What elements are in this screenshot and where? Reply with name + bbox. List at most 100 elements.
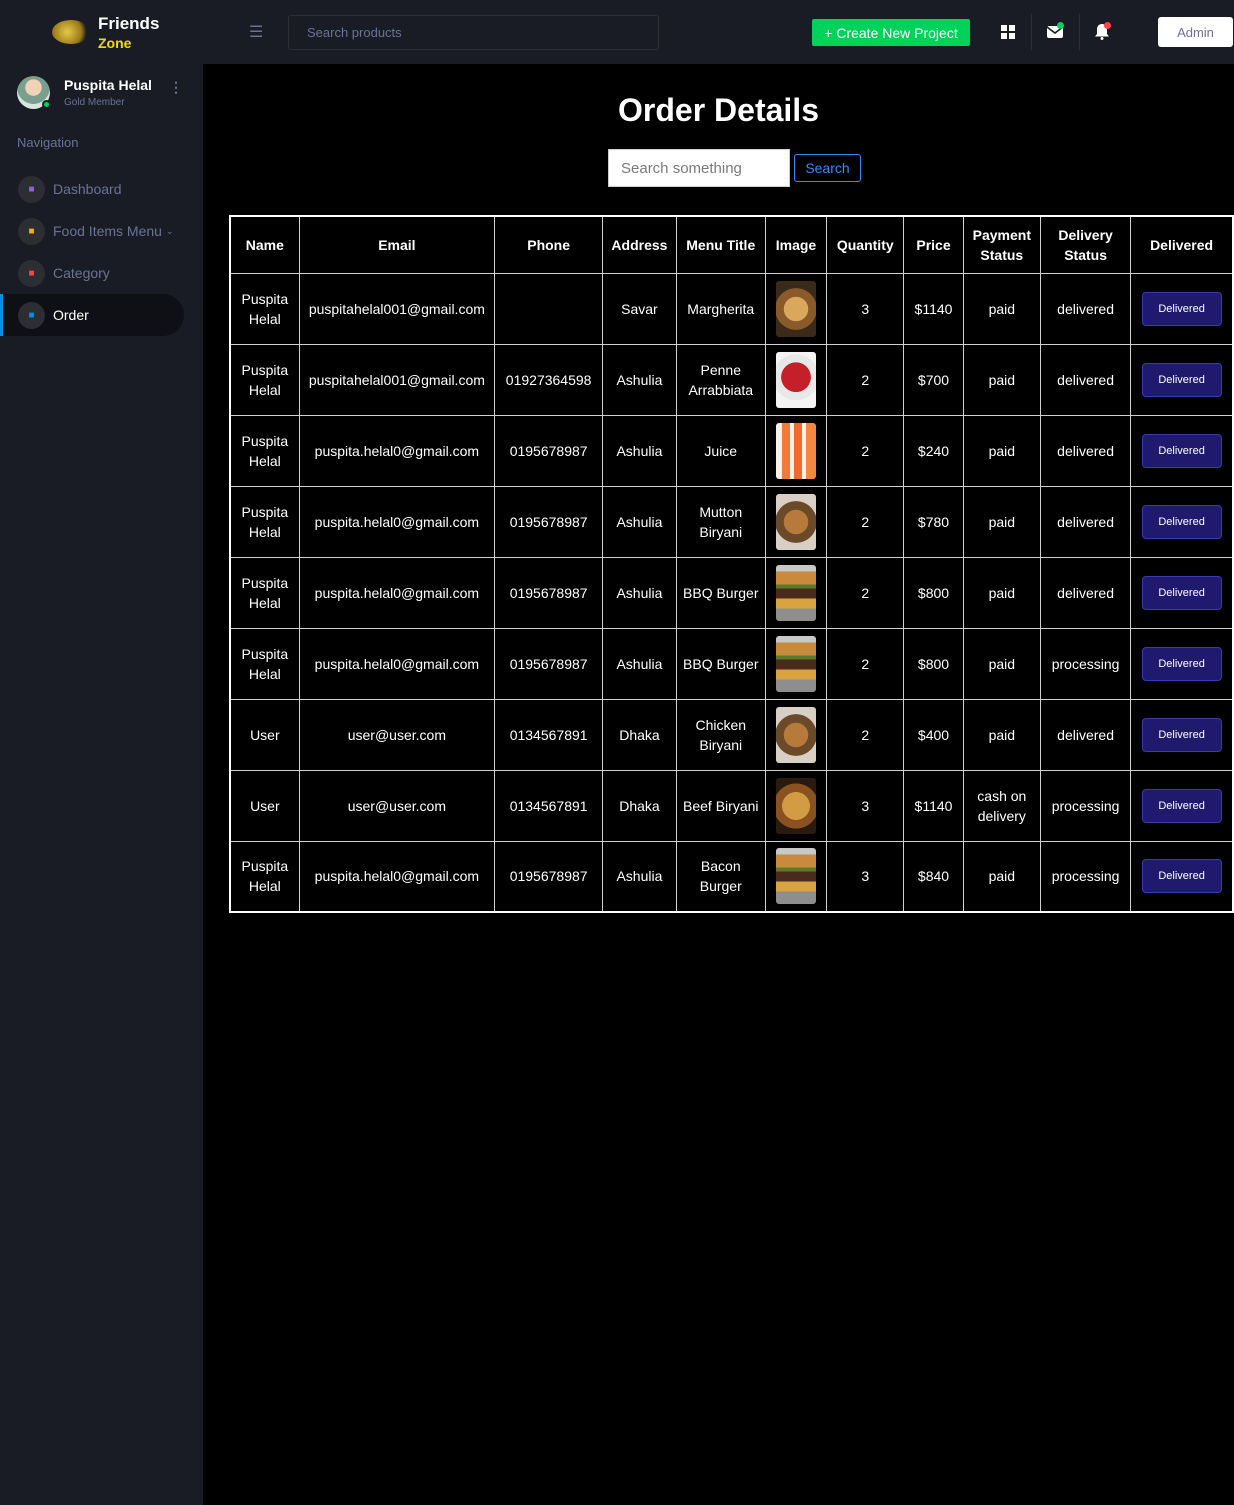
- food-image: [775, 848, 816, 905]
- cell-email: puspita.helal0@gmail.com: [298, 485, 496, 558]
- table-row: Puspita Helal puspita.helal0@gmail.com 019…: [229, 840, 1234, 913]
- bell-icon[interactable]: [1088, 18, 1116, 46]
- more-options-icon[interactable]: ⋮: [169, 80, 183, 94]
- cell-delivered: Delivered: [1130, 343, 1234, 416]
- table-row: Puspita Helal puspita.helal0@gmail.com 019…: [229, 627, 1234, 700]
- cell-name: Puspita Helal: [229, 272, 300, 345]
- cell-delivered: Delivered: [1130, 556, 1234, 629]
- cell-phone: 0195678987: [494, 840, 604, 913]
- cell-phone: 0134567891: [494, 698, 604, 771]
- cell-qty: 3: [826, 769, 905, 842]
- notification-badge: [1104, 22, 1111, 29]
- cell-menu: Penne Arrabbiata: [675, 343, 766, 416]
- delivered-button[interactable]: Delivered: [1141, 859, 1222, 894]
- cell-email: puspitahelal001@gmail.com: [298, 343, 496, 416]
- cell-image: [764, 414, 828, 487]
- delivered-button[interactable]: Delivered: [1141, 291, 1222, 326]
- profile-name: Puspita Helal: [64, 76, 152, 93]
- cell-payment: paid: [962, 414, 1042, 487]
- page-title: Order Details: [618, 92, 819, 128]
- cell-qty: 2: [826, 627, 905, 700]
- cell-qty: 2: [826, 698, 905, 771]
- cell-payment: paid: [962, 485, 1042, 558]
- cell-price: $800: [903, 556, 964, 629]
- col-payment-status: Payment Status: [962, 215, 1042, 274]
- table-row: Puspita Helal puspita.helal0@gmail.com 019…: [229, 414, 1234, 487]
- user-profile[interactable]: Puspita Helal Gold Member ⋮: [17, 72, 187, 112]
- cell-qty: 2: [826, 414, 905, 487]
- cell-delivered: Delivered: [1130, 485, 1234, 558]
- cell-address: Ashulia: [602, 485, 677, 558]
- cell-delivery: delivered: [1039, 556, 1132, 629]
- delivered-button[interactable]: Delivered: [1141, 504, 1222, 539]
- cell-phone: 0195678987: [494, 414, 604, 487]
- cell-name: Puspita Helal: [229, 556, 300, 629]
- order-search-form: Search: [608, 149, 861, 187]
- delivered-button[interactable]: Delivered: [1141, 433, 1222, 468]
- order-search-input[interactable]: [608, 149, 790, 187]
- search-button[interactable]: Search: [794, 154, 861, 182]
- sidebar-item-label: Category: [53, 265, 110, 281]
- grid-icon[interactable]: [994, 18, 1022, 46]
- laptop-icon: ■: [18, 217, 45, 245]
- cell-delivered: Delivered: [1130, 414, 1234, 487]
- cell-price: $700: [903, 343, 964, 416]
- cell-email: puspitahelal001@gmail.com: [298, 272, 496, 345]
- cell-qty: 3: [826, 840, 905, 913]
- delivered-button[interactable]: Delivered: [1141, 362, 1222, 397]
- sidebar-item-label: Dashboard: [53, 181, 122, 197]
- sidebar-item-category[interactable]: ■ Category: [0, 252, 203, 294]
- mail-icon[interactable]: [1041, 18, 1069, 46]
- delivered-button[interactable]: Delivered: [1141, 717, 1222, 752]
- cell-address: Dhaka: [602, 698, 677, 771]
- food-image: [775, 493, 816, 550]
- cell-delivered: Delivered: [1130, 698, 1234, 771]
- col-image: Image: [764, 215, 828, 274]
- cell-qty: 2: [826, 485, 905, 558]
- col-delivery-status: Delivery Status: [1039, 215, 1132, 274]
- cell-delivered: Delivered: [1130, 769, 1234, 842]
- cell-delivery: delivered: [1039, 414, 1132, 487]
- cell-email: puspita.helal0@gmail.com: [298, 556, 496, 629]
- food-image: [775, 351, 816, 408]
- cell-phone: 0195678987: [494, 627, 604, 700]
- orders-table-body: Puspita Helal puspitahelal001@gmail.com Sa…: [229, 272, 1234, 913]
- delivered-button[interactable]: Delivered: [1141, 788, 1222, 823]
- cell-menu: Juice: [675, 414, 766, 487]
- divider: [1031, 14, 1032, 50]
- sidebar-item-order[interactable]: ■ Order: [0, 294, 184, 336]
- cell-payment: paid: [962, 272, 1042, 345]
- delivered-button[interactable]: Delivered: [1141, 575, 1222, 610]
- col-delivered: Delivered: [1130, 215, 1234, 274]
- col-price: Price: [903, 215, 964, 274]
- search-products-input[interactable]: [288, 15, 659, 50]
- menu-toggle-icon[interactable]: ☰: [249, 22, 263, 42]
- divider: [1079, 14, 1080, 50]
- table-row: Puspita Helal puspitahelal001@gmail.com 01…: [229, 343, 1234, 416]
- cell-phone: 01927364598: [494, 343, 604, 416]
- cell-name: Puspita Helal: [229, 627, 300, 700]
- cell-address: Ashulia: [602, 414, 677, 487]
- cell-delivery: delivered: [1039, 272, 1132, 345]
- cell-address: Dhaka: [602, 769, 677, 842]
- cell-qty: 3: [826, 272, 905, 345]
- cell-image: [764, 343, 828, 416]
- cell-menu: BBQ Burger: [675, 627, 766, 700]
- cell-delivered: Delivered: [1130, 840, 1234, 913]
- col-quantity: Quantity: [826, 215, 905, 274]
- food-image: [775, 564, 816, 621]
- col-email: Email: [298, 215, 496, 274]
- cell-payment: cash on delivery: [962, 769, 1042, 842]
- cell-delivery: processing: [1039, 840, 1132, 913]
- create-project-button[interactable]: + Create New Project: [812, 19, 970, 46]
- cell-address: Ashulia: [602, 840, 677, 913]
- cell-price: $840: [903, 840, 964, 913]
- delivered-button[interactable]: Delivered: [1141, 646, 1222, 681]
- sidebar-item-food-items-menu[interactable]: ■ Food Items Menu ⌄: [0, 210, 203, 252]
- cell-email: user@user.com: [298, 769, 496, 842]
- brand-logo-link[interactable]: Friends Zone: [0, 0, 203, 64]
- cell-menu: Mutton Biryani: [675, 485, 766, 558]
- admin-button[interactable]: Admin: [1158, 17, 1233, 47]
- mail-badge: [1057, 22, 1064, 29]
- sidebar-item-dashboard[interactable]: ■ Dashboard: [0, 168, 203, 210]
